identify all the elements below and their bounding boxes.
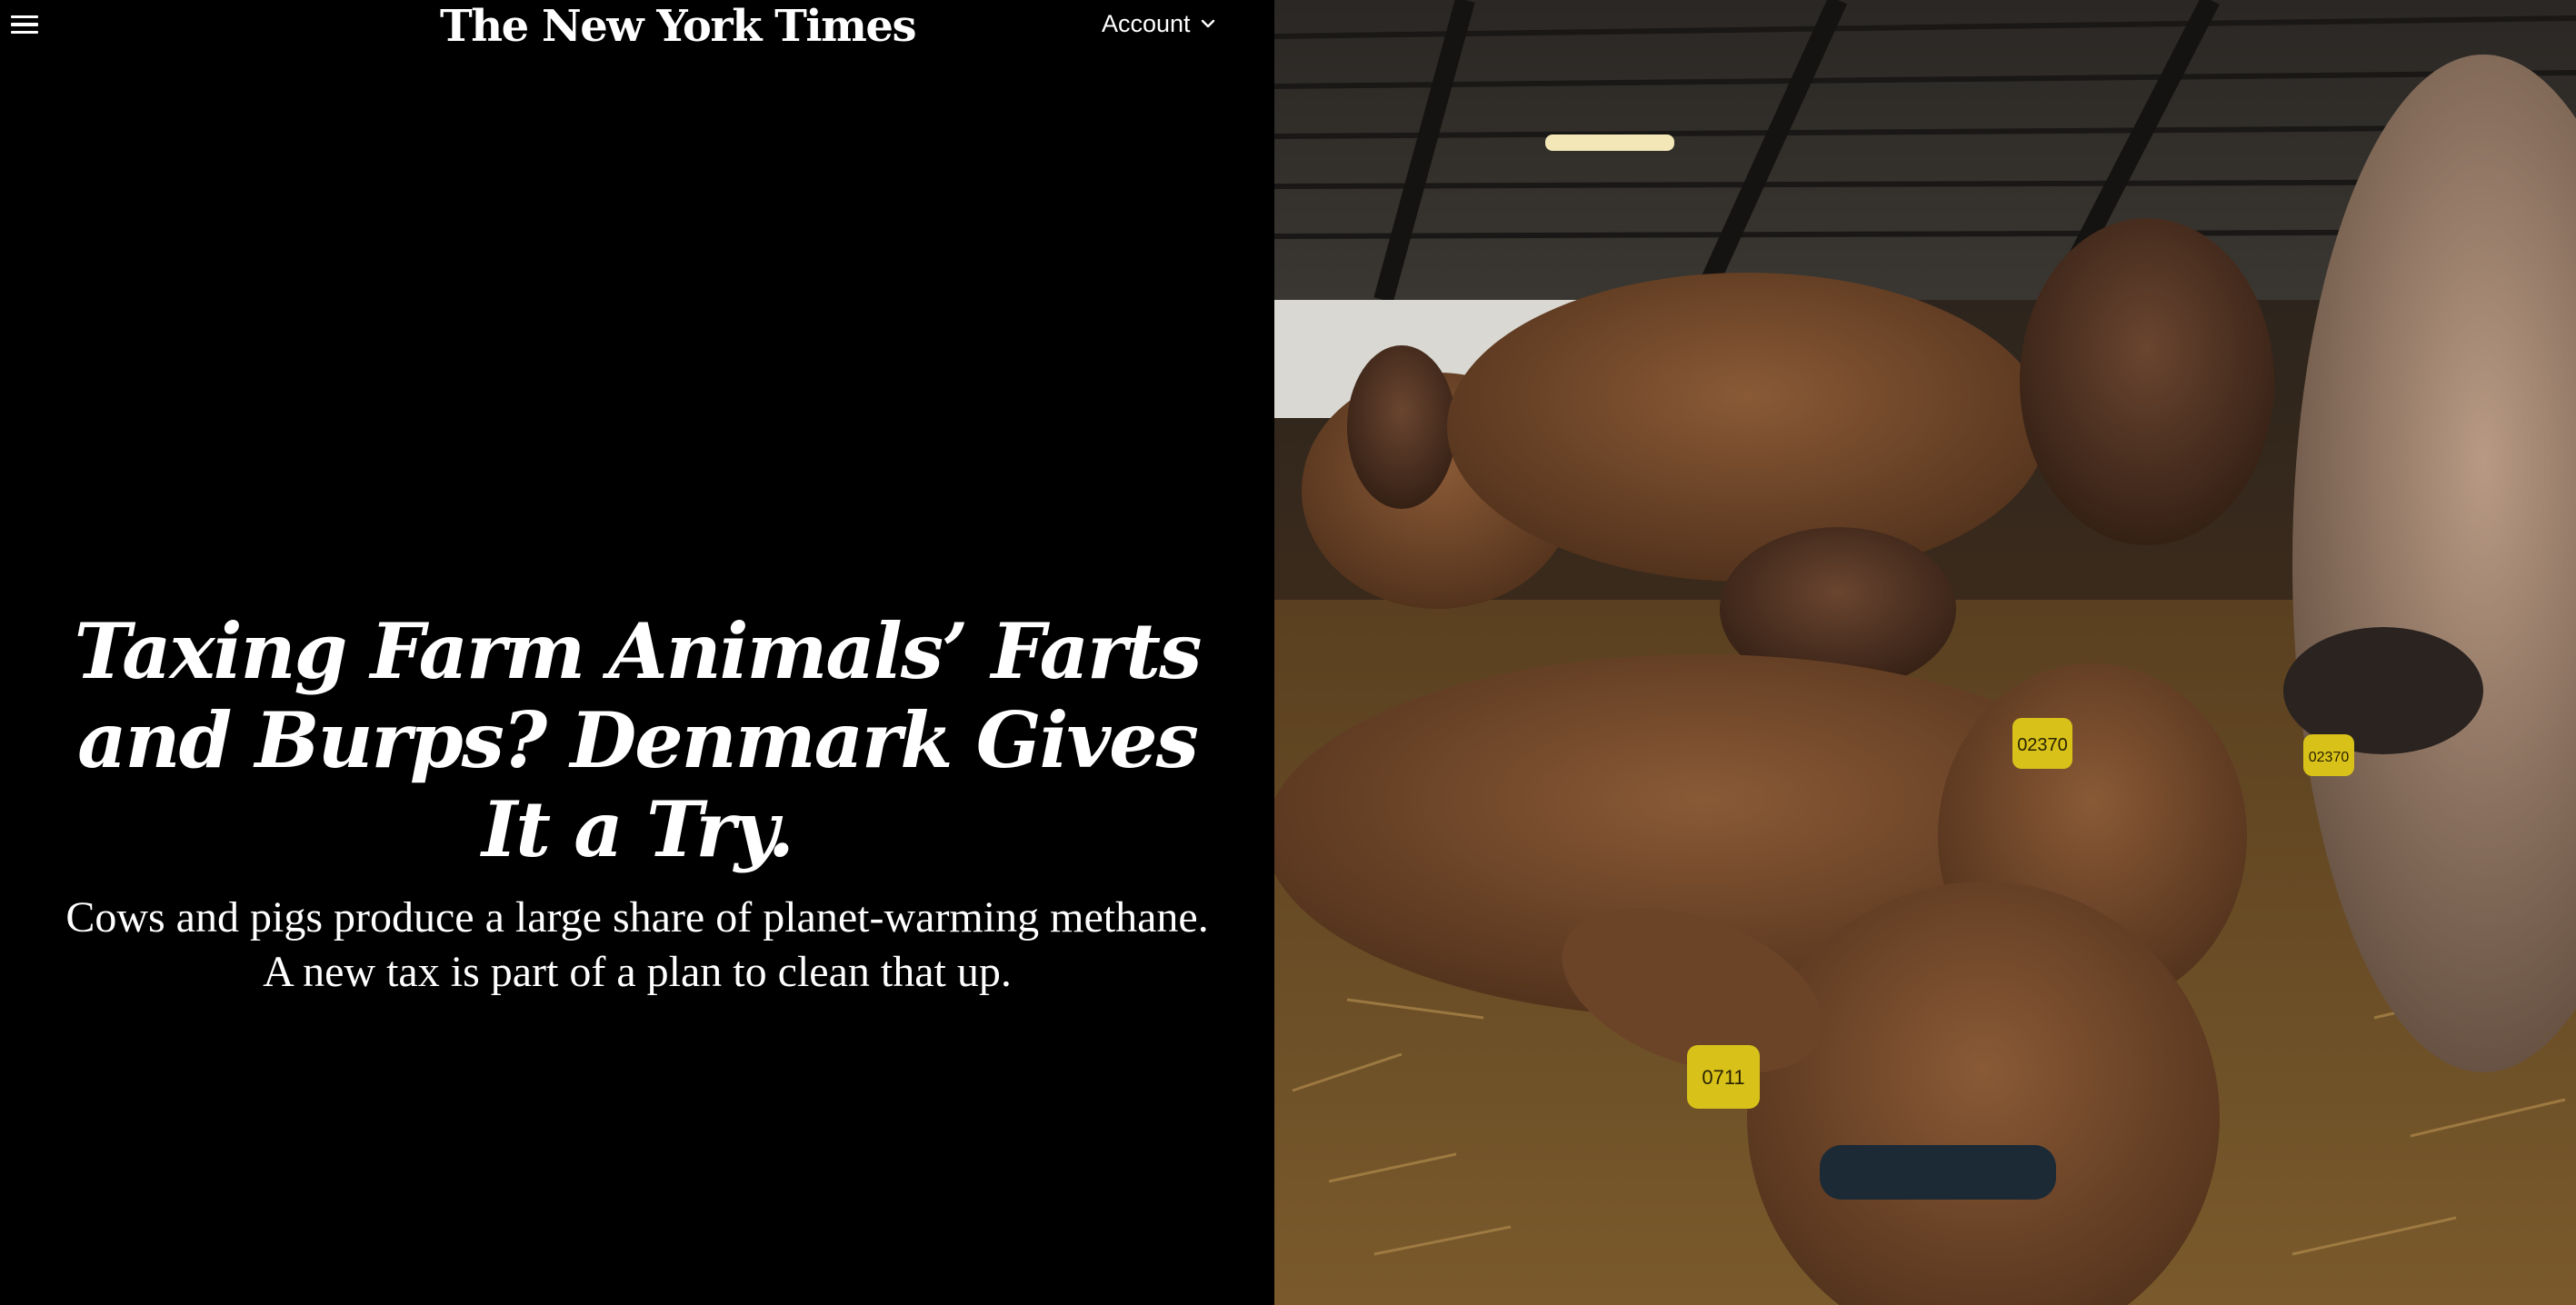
photo-illustration: 02370 02370 0711 bbox=[1274, 0, 2576, 1305]
top-navigation-bar: The New York Times Account bbox=[0, 0, 1274, 52]
ear-tag: 02370 bbox=[2012, 718, 2072, 769]
ceiling-light bbox=[1545, 134, 1674, 151]
calf-collar bbox=[1820, 1145, 2056, 1200]
menu-bar bbox=[11, 23, 38, 26]
lead-photo-cows-in-barn: 02370 02370 0711 bbox=[1274, 0, 2576, 1305]
account-label: Account bbox=[1102, 9, 1191, 37]
article-headline: Taxing Farm Animals’ Farts and Burps? De… bbox=[74, 606, 1203, 874]
menu-bar bbox=[11, 30, 38, 35]
menu-bar bbox=[11, 15, 38, 19]
headline-block: Taxing Farm Animals’ Farts and Burps? De… bbox=[0, 607, 1274, 1000]
cow-back-center-body bbox=[1447, 273, 2047, 582]
chevron-down-icon bbox=[1201, 19, 1214, 28]
article-page: The New York Times Account Taxing Farm A… bbox=[0, 0, 2576, 1305]
cow-back-left-head bbox=[1347, 345, 1456, 509]
ear-tag-number: 02370 bbox=[2309, 750, 2350, 765]
ear-tag: 02370 bbox=[2303, 734, 2354, 776]
ear-tag-number: 02370 bbox=[2017, 735, 2068, 755]
account-menu-button[interactable]: Account bbox=[1102, 7, 1216, 40]
ear-tag: 0711 bbox=[1687, 1045, 1760, 1109]
hamburger-menu-icon[interactable] bbox=[11, 11, 42, 38]
article-summary: Cows and pigs produce a large share of p… bbox=[65, 893, 1209, 996]
ear-tag-number: 0711 bbox=[1702, 1066, 1744, 1089]
nyt-masthead-logo[interactable]: The New York Times bbox=[440, 0, 916, 53]
cow-dark-head bbox=[2020, 218, 2274, 545]
article-header-panel: The New York Times Account Taxing Farm A… bbox=[0, 0, 1274, 1305]
